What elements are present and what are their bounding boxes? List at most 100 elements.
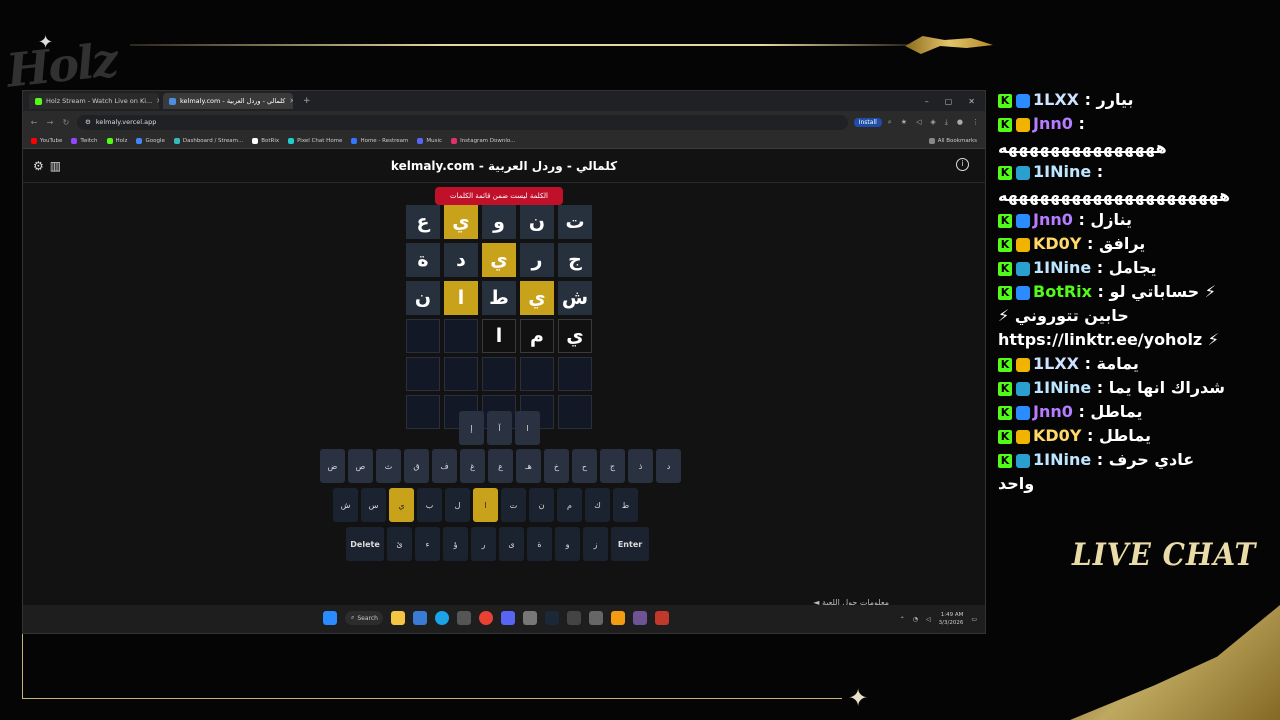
taskbar-search[interactable]: ⌕ Search	[345, 611, 383, 625]
chat-username[interactable]: BotRix	[1033, 282, 1092, 301]
keyboard-key[interactable]: ؤ	[443, 527, 468, 561]
bookmark-item[interactable]: Music	[417, 137, 442, 144]
windows-start-icon[interactable]	[323, 611, 337, 625]
keyboard-key[interactable]: ء	[415, 527, 440, 561]
keyboard-key[interactable]: ت	[501, 488, 526, 522]
bookmark-item[interactable]: Google	[136, 137, 165, 144]
bookmark-item[interactable]: Pixel Chat Home	[288, 137, 342, 144]
keyboard-key[interactable]: هـ	[516, 449, 541, 483]
discord-icon[interactable]	[501, 611, 515, 625]
chevron-up-icon[interactable]: ⌃	[900, 616, 905, 623]
keyboard-key[interactable]: ن	[529, 488, 554, 522]
keyboard-key[interactable]: ح	[572, 449, 597, 483]
vlc-icon[interactable]	[611, 611, 625, 625]
keyboard-key[interactable]: ع	[488, 449, 513, 483]
file-explorer-icon[interactable]	[391, 611, 405, 625]
keyboard-key[interactable]: ا	[473, 488, 498, 522]
tab-holz-stream[interactable]: Holz Stream - Watch Live on Ki... ✕	[29, 93, 159, 109]
volume-icon[interactable]: ◁	[926, 616, 931, 623]
keyboard-key[interactable]: إ	[459, 411, 484, 445]
mute-icon[interactable]: ◁	[916, 118, 921, 127]
clock[interactable]: 1:49 AM 3/3/2026	[939, 611, 964, 627]
install-button[interactable]: Install	[853, 117, 882, 127]
edge-icon[interactable]	[435, 611, 449, 625]
back-arrow-icon[interactable]: ←	[29, 118, 39, 127]
forward-arrow-icon[interactable]: →	[45, 118, 55, 127]
tab-kelmaly[interactable]: kelmaly.com - كلمالي - وردل العربية ✕	[163, 93, 293, 109]
close-tab-icon[interactable]: ✕	[156, 97, 159, 105]
chat-username[interactable]: Jnn0	[1033, 114, 1073, 133]
all-bookmarks-button[interactable]: All Bookmarks	[928, 137, 977, 144]
keyboard-key[interactable]: آ	[487, 411, 512, 445]
chat-username[interactable]: 1INine	[1033, 378, 1091, 397]
keyboard-key[interactable]: خ	[544, 449, 569, 483]
settings-gear-icon[interactable]: ⚙	[33, 159, 44, 173]
chat-username[interactable]: 1INine	[1033, 450, 1091, 469]
extension-icon[interactable]: ◈	[930, 118, 935, 127]
minimize-button[interactable]: –	[925, 97, 929, 106]
chat-username[interactable]: 1LXX	[1033, 354, 1079, 373]
keyboard-key[interactable]: ب	[417, 488, 442, 522]
chat-username[interactable]: 1LXX	[1033, 90, 1079, 109]
keyboard-key[interactable]: ى	[499, 527, 524, 561]
keyboard-key[interactable]: ل	[445, 488, 470, 522]
enter-key[interactable]: Enter	[611, 527, 649, 561]
bookmark-item[interactable]: Home - Restream	[351, 137, 408, 144]
keyboard-key[interactable]: ش	[333, 488, 358, 522]
bookmark-item[interactable]: Holz	[106, 137, 127, 144]
notifications-icon[interactable]: ▭	[971, 616, 977, 623]
app-icon[interactable]	[457, 611, 471, 625]
keyboard-key[interactable]: س	[361, 488, 386, 522]
keyboard-key[interactable]: ئ	[387, 527, 412, 561]
keyboard-key[interactable]: ج	[600, 449, 625, 483]
steam-icon[interactable]	[545, 611, 559, 625]
keyboard-key[interactable]: م	[557, 488, 582, 522]
info-icon[interactable]: i	[956, 158, 969, 171]
close-window-button[interactable]: ✕	[968, 97, 975, 106]
keyboard-key[interactable]: ذ	[628, 449, 653, 483]
keyboard-key[interactable]: ص	[348, 449, 373, 483]
bookmark-item[interactable]: Dashboard / Stream...	[173, 137, 243, 144]
keyboard-key[interactable]: د	[656, 449, 681, 483]
settings-app-icon[interactable]	[523, 611, 537, 625]
keyboard-key[interactable]: ة	[527, 527, 552, 561]
chat-username[interactable]: KD0Y	[1033, 234, 1081, 253]
keyboard-key[interactable]: ط	[613, 488, 638, 522]
chat-username[interactable]: Jnn0	[1033, 210, 1073, 229]
chat-username[interactable]: 1INine	[1033, 258, 1091, 277]
app-icon[interactable]	[567, 611, 581, 625]
chat-username[interactable]: 1INine	[1033, 162, 1091, 181]
keyboard-key[interactable]: ض	[320, 449, 345, 483]
stats-chart-icon[interactable]: ▥	[50, 159, 61, 173]
zoom-icon[interactable]: ⌕	[888, 118, 892, 127]
bookmark-item[interactable]: YouTube	[31, 137, 62, 144]
profile-icon[interactable]: ●	[957, 118, 963, 127]
keyboard-key[interactable]: ث	[376, 449, 401, 483]
wifi-icon[interactable]: ◔	[913, 616, 918, 623]
keyboard-key[interactable]: و	[555, 527, 580, 561]
app-icon[interactable]	[589, 611, 603, 625]
keyboard-key[interactable]: ي	[389, 488, 414, 522]
chrome-icon[interactable]	[479, 611, 493, 625]
new-tab-button[interactable]: +	[297, 96, 317, 106]
bookmark-item[interactable]: Twitch	[71, 137, 98, 144]
chat-username[interactable]: Jnn0	[1033, 402, 1073, 421]
store-icon[interactable]	[413, 611, 427, 625]
chat-username[interactable]: KD0Y	[1033, 426, 1081, 445]
keyboard-key[interactable]: غ	[460, 449, 485, 483]
site-info-icon[interactable]: ⚙	[85, 118, 91, 126]
menu-icon[interactable]: ⋮	[972, 118, 979, 127]
reload-icon[interactable]: ↻	[61, 118, 71, 127]
keyboard-key[interactable]: ز	[583, 527, 608, 561]
obs-icon[interactable]	[633, 611, 647, 625]
keyboard-key[interactable]: ك	[585, 488, 610, 522]
delete-key[interactable]: Delete	[346, 527, 384, 561]
keyboard-key[interactable]: ا	[515, 411, 540, 445]
maximize-button[interactable]: ▢	[945, 97, 953, 106]
keyboard-key[interactable]: ق	[404, 449, 429, 483]
close-tab-icon[interactable]: ✕	[289, 97, 293, 105]
bookmark-item[interactable]: BotRix	[252, 137, 279, 144]
app-icon[interactable]	[655, 611, 669, 625]
bookmark-star-icon[interactable]: ★	[901, 118, 907, 127]
keyboard-key[interactable]: ر	[471, 527, 496, 561]
